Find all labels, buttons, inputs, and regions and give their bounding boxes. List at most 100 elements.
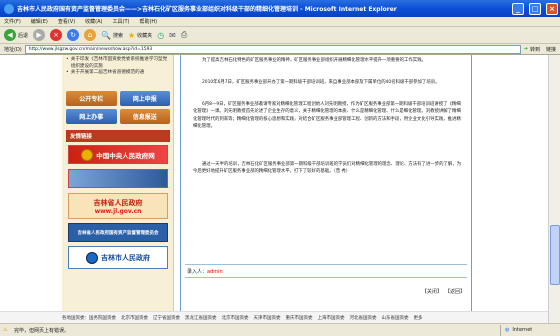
bottom-link[interactable]: 辽宁省国资委 [153,315,180,321]
forward-arrow-icon: ▶ [33,29,46,41]
entry-label: 录入人： [187,269,208,275]
search-button[interactable]: 🔍 搜索 [101,31,123,40]
banner-label: 中国中央人民政府网 [96,151,155,160]
vertical-scrollbar[interactable] [548,55,560,323]
status-bar: ⚠ 完毕，但网页上有错误。 ◍ Internet [0,323,560,336]
links-button[interactable]: 链接 [546,46,556,53]
bullet-icon: • [66,70,69,75]
go-label: 转到 [529,46,540,53]
close-button[interactable]: × [546,2,558,15]
banner-label: 吉林市人民政府 [101,253,150,262]
favorites-button[interactable]: ★ 收藏夹 [128,31,152,40]
zone-label: Internet [512,327,533,333]
bottom-link[interactable]: 各地国资委：国务院国资委 [62,315,116,321]
toolbar: ◀ 后退 ▶ × ↻ ⌂ 🔍 搜索 ★ 收藏夹 ◷ ✉ ⎙ [0,27,560,44]
news-item-label: 关于印发《吉林市国资委党委系统推进学习型党组织建设的实施 [70,57,168,69]
scrollbar-thumb[interactable] [550,225,560,285]
back-link[interactable]: 【返回】 [445,288,465,295]
address-bar: 地址(D) http://www.jlsgzw.gov.cn/main/news… [0,44,560,55]
news-item[interactable]: • 关于印发《吉林市国资委党委系统推进学习型党组织建设的实施 [66,57,170,70]
favorites-label: 收藏夹 [137,32,153,39]
go-button[interactable]: ➔ 转到 [524,46,540,53]
bottom-link[interactable]: 北京市国资委 [222,315,249,321]
print-icon: ⎙ [180,30,188,39]
article-actions: 【关闭】 【返回】 [422,288,465,295]
back-button[interactable]: ◀ 后退 [4,29,28,41]
history-button[interactable]: ◷ [157,31,164,40]
news-item[interactable]: • 关于开展第二届吉林省道德模范的通 [66,70,170,77]
menu-view[interactable]: 查看(V) [58,18,75,25]
stop-button[interactable]: × [50,29,63,41]
banner-label: 吉林省人民政府国有资产监督管理委员会 [77,230,159,236]
back-arrow-icon: ◀ [4,29,16,41]
refresh-button[interactable]: ↻ [67,29,80,41]
print-button[interactable]: ⎙ [181,30,187,40]
news-item-label: 关于开展第二届吉林省道德模范的通 [70,70,145,75]
online-report-button[interactable]: 网上申报 [119,91,170,106]
star-icon: ★ [128,30,136,40]
bottom-link[interactable]: 天津市国资委 [254,315,281,321]
menu-favorites[interactable]: 收藏(A) [85,18,102,25]
bottom-link[interactable]: 北京市国资委 [121,315,148,321]
national-emblem-icon [81,148,94,161]
status-label: 完毕，但网页上有错误。 [14,327,70,334]
more-link[interactable]: 更多 [414,315,423,321]
city-emblem-icon [86,251,98,264]
history-icon: ◷ [157,30,165,40]
left-sidebar: • 关于印发《吉林市国资委党委系统推进学习型党组织建设的实施 • 关于开展第二届吉林… [62,55,174,323]
quick-buttons: 公开专栏 网上申报 网上办事 信息报送 [66,91,170,124]
ie-icon [4,3,14,14]
bottom-link[interactable]: 黑龙江省国资委 [185,315,217,321]
menu-tools[interactable]: 工具(T) [113,18,130,25]
warning-icon: ⚠ [3,326,8,333]
entry-info: 录入人：admin [187,268,223,275]
go-arrow-icon: ➔ [523,46,528,52]
mail-button[interactable]: ✉ [169,31,176,40]
home-icon: ⌂ [84,29,97,41]
bottom-links: 各地国资委：国务院国资委 北京市国资委 辽宁省国资委 黑龙江省国资委 北京市国资… [0,311,548,323]
article-paragraph: 2010年6月7日，矿区服务事业部开办了第一期科级干部培训班，来自事业部本部及下… [202,80,440,85]
article-paragraph: 为了提高吉林石化特色的矿区服务事业的精神，矿区服务事业部组织开展精细化管理水平提… [202,58,426,63]
home-button[interactable]: ⌂ [84,29,97,41]
article-panel: 为了提高吉林石化特色的矿区服务事业的精神，矿区服务事业部组织开展精细化管理水平提… [180,55,472,323]
refresh-icon: ↻ [67,29,80,41]
maximize-button[interactable]: □ [529,2,541,15]
article-paragraph: 6月8—9日，矿区服务事业部邀请专家对精细化管理工程创始人刘先明教授，作为矿区服… [193,102,461,129]
menu-edit[interactable]: 编辑(E) [31,18,48,25]
jilin-province-banner[interactable]: 吉林省人民政府 www.jl.gov.cn [68,193,168,219]
window-title: 吉林市人民政府国有资产监督管理委员会——>吉林石化矿区服务事业部组织对科级干部的… [17,6,397,13]
info-submit-button[interactable]: 信息报送 [119,109,170,124]
banner-url: www.jl.gov.cn [94,207,142,215]
public-column-button[interactable]: 公开专栏 [66,91,117,106]
page-viewport: • 关于印发《吉林市国资委党委系统推进学习型党组织建设的实施 • 关于开展第二届吉林… [0,55,548,323]
central-gov-banner[interactable]: 中国中央人民政府网 [68,145,168,164]
back-label: 返回 [449,289,460,295]
status-text: ⚠ 完毕，但网页上有错误。 [0,327,500,334]
mail-icon: ✉ [169,30,176,40]
friend-links-header: 友情链接 [66,130,170,142]
divider [185,277,467,278]
jilin-sasac-banner[interactable]: 吉林省人民政府国有资产监督管理委员会 [68,223,168,242]
news-list: • 关于印发《吉林市国资委党委系统推进学习型党组织建设的实施 • 关于开展第二届吉林… [66,57,170,77]
security-zone: ◍ Internet [500,324,560,336]
address-input[interactable]: http://www.jlsgzw.gov.cn/main/newsshow.a… [24,44,521,54]
menu-bar: 文件(F) 编辑(E) 查看(V) 收藏(A) 工具(T) 帮助(H) [0,17,560,27]
city-photo-banner[interactable] [68,169,168,188]
minimize-button[interactable]: _ [512,2,524,15]
forward-button[interactable]: ▶ [33,29,46,41]
bottom-link[interactable]: 重庆市国资委 [286,315,313,321]
back-label: 后退 [18,32,29,39]
close-link[interactable]: 【关闭】 [422,288,442,295]
bottom-link[interactable]: 山东省国资委 [382,315,409,321]
online-service-button[interactable]: 网上办事 [66,109,117,124]
banner-label: 吉林省人民政府 [93,198,143,207]
bottom-link[interactable]: 河北省国资委 [350,315,377,321]
search-label: 搜索 [112,32,123,39]
jilin-city-banner[interactable]: 吉林市人民政府 [68,246,168,269]
bottom-link[interactable]: 上海市国资委 [318,315,345,321]
entry-name: admin [207,269,223,275]
menu-file[interactable]: 文件(F) [4,18,21,25]
search-icon: 🔍 [101,30,111,40]
menu-help[interactable]: 帮助(H) [139,18,157,25]
globe-icon: ◍ [505,327,510,333]
